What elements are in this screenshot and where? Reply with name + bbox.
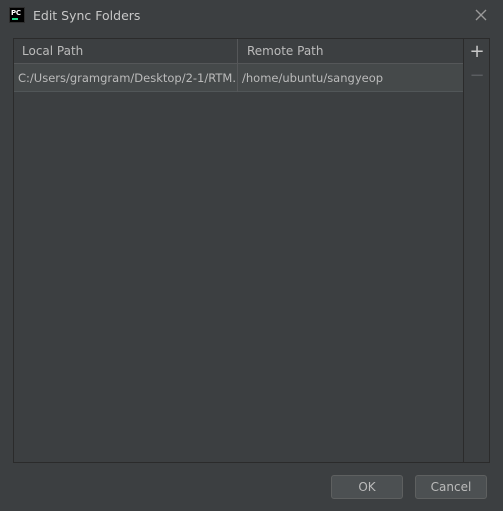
table-row[interactable]: C:/Users/gramgram/Desktop/2-1/RTM... /ho… xyxy=(14,64,463,92)
cancel-button[interactable]: Cancel xyxy=(415,475,487,499)
ok-button[interactable]: OK xyxy=(331,475,403,499)
remote-path-cell[interactable]: /home/ubuntu/sangyeop xyxy=(238,64,463,92)
column-header-local-path[interactable]: Local Path xyxy=(14,39,238,64)
title-bar: PC Edit Sync Folders xyxy=(0,0,503,31)
window-title: Edit Sync Folders xyxy=(33,8,141,23)
app-logo-bar xyxy=(12,18,18,20)
app-logo-text: PC xyxy=(11,9,21,17)
add-icon[interactable]: + xyxy=(469,43,485,61)
pycharm-logo-icon: PC xyxy=(9,7,25,23)
table-toolbar: + − xyxy=(464,38,490,463)
column-header-remote-path[interactable]: Remote Path xyxy=(238,39,463,64)
sync-folders-table: Local Path Remote Path C:/Users/gramgram… xyxy=(13,38,464,463)
table-header: Local Path Remote Path xyxy=(14,39,463,64)
close-icon[interactable] xyxy=(473,7,489,23)
local-path-cell[interactable]: C:/Users/gramgram/Desktop/2-1/RTM... xyxy=(18,64,238,92)
remove-icon[interactable]: − xyxy=(469,67,485,85)
